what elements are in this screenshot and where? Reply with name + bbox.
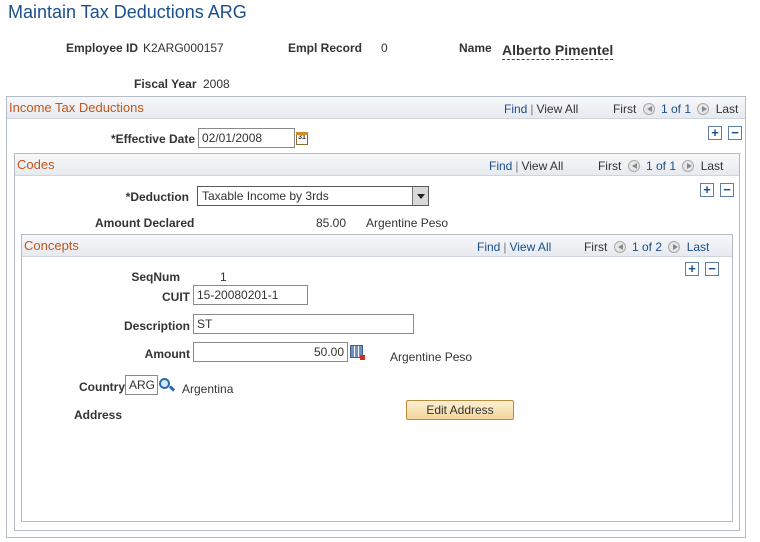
income-tax-pager: 1 of 1 [660,102,692,116]
amount-currency: Argentine Peso [390,350,473,364]
income-tax-find-link[interactable]: Find [504,102,527,116]
delete-row-icon[interactable]: − [705,262,719,276]
next-arrow-icon[interactable] [682,160,695,172]
country-input[interactable]: ARG [125,375,158,395]
delete-row-icon[interactable]: − [720,183,734,197]
edit-address-button[interactable]: Edit Address [406,400,514,420]
concepts-nav: Find | View All First 1 of 2 Last [477,240,710,254]
concepts-pager: 1 of 2 [631,240,663,254]
country-description: Argentina [182,382,234,396]
amount-input[interactable]: 50.00 [193,342,348,362]
fiscal-year-label: Fiscal Year [134,77,197,91]
income-tax-deductions-section: Income Tax Deductions Find | View All Firs… [6,96,746,538]
concepts-last-link[interactable]: Last [687,240,710,254]
description-label: Description [123,319,190,333]
employee-id-label: Employee ID [66,41,139,55]
amount-declared-currency: Argentine Peso [366,216,449,230]
seqnum-label: SeqNum [131,270,180,284]
add-row-icon[interactable]: + [685,262,699,276]
dropdown-arrow-icon[interactable] [412,187,428,205]
seqnum-value: 1 [220,270,227,284]
fiscal-year-value: 2008 [203,77,230,91]
name-label: Name [459,41,492,55]
cuit-label: CUIT [162,290,190,304]
employee-name[interactable]: Alberto Pimentel [502,42,614,60]
delete-row-icon[interactable]: − [728,126,742,140]
calendar-icon[interactable]: 31 [296,132,308,145]
income-tax-header: Income Tax Deductions Find | View All Firs… [7,97,745,119]
prev-arrow-icon[interactable] [613,241,626,253]
concepts-view-all-link[interactable]: View All [509,240,551,254]
effective-date-input[interactable]: 02/01/2008 [198,128,295,148]
codes-last: Last [700,159,724,173]
empl-record-label: Empl Record [288,41,363,55]
address-label: Address [74,408,123,422]
lookup-icon[interactable] [159,378,176,394]
add-row-icon[interactable]: + [700,183,714,197]
income-tax-first: First [612,102,637,116]
concepts-find-link[interactable]: Find [477,240,500,254]
income-tax-last: Last [715,102,739,116]
deduction-label: *Deduction [125,190,189,204]
deduction-select[interactable]: Taxable Income by 3rds [197,186,429,206]
amount-label: Amount [144,347,190,361]
codes-header: Codes Find | View All First 1 of 1 Last [15,154,739,176]
income-tax-nav: Find | View All First 1 of 1 Last [504,102,739,116]
concepts-section: Concepts Find | View All First 1 of 2 Last… [21,234,733,522]
concepts-header: Concepts Find | View All First 1 of 2 Last [22,235,732,257]
page-title: Maintain Tax Deductions ARG [8,2,247,22]
cuit-input[interactable]: 15-20080201-1 [193,285,308,305]
empl-record-value: 0 [381,41,388,55]
codes-nav: Find | View All First 1 of 1 Last [489,159,724,173]
codes-find-link[interactable]: Find [489,159,512,173]
income-tax-view-all[interactable]: View All [536,102,578,116]
next-arrow-icon[interactable] [697,103,710,115]
description-input[interactable]: ST [193,314,414,334]
calculator-icon[interactable] [350,345,365,360]
effective-date-label: *Effective Date [110,132,195,146]
codes-view-all[interactable]: View All [521,159,563,173]
income-tax-title: Income Tax Deductions [9,100,144,115]
employee-id-value: K2ARG000157 [143,41,224,55]
codes-title: Codes [17,157,55,172]
prev-arrow-icon[interactable] [627,160,640,172]
next-arrow-icon[interactable] [668,241,681,253]
codes-pager: 1 of 1 [645,159,677,173]
amount-declared-label: Amount Declared [95,216,195,230]
amount-declared-value: 85.00 [316,216,347,230]
add-row-icon[interactable]: + [708,126,722,140]
concepts-title: Concepts [24,238,79,253]
codes-first: First [597,159,622,173]
concepts-first: First [583,240,608,254]
deduction-selected-value: Taxable Income by 3rds [202,189,329,203]
country-label: Country [79,380,125,394]
prev-arrow-icon[interactable] [642,103,655,115]
codes-section: Codes Find | View All First 1 of 1 Last + … [14,153,740,531]
